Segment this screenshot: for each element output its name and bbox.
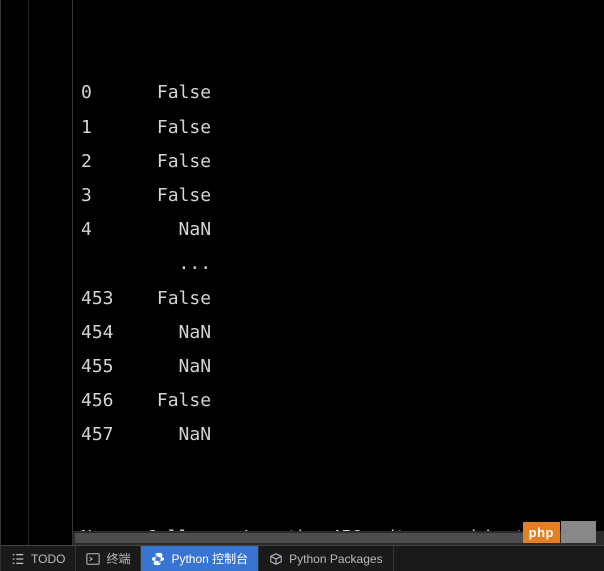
scrollbar-thumb[interactable]: [75, 533, 526, 543]
tab-todo[interactable]: TODO: [1, 546, 76, 571]
output-row: 457 NaN: [81, 418, 596, 452]
tab-python-packages-label: Python Packages: [289, 552, 382, 566]
outer-gutter: [1, 0, 29, 545]
output-ellipsis: ...: [81, 247, 596, 281]
output-row: 1 False: [81, 111, 596, 145]
tab-todo-label: TODO: [31, 552, 65, 566]
terminal-icon: [86, 552, 100, 566]
packages-icon: [269, 552, 283, 566]
tab-python-console[interactable]: Python 控制台: [141, 546, 259, 571]
output-row: 3 False: [81, 179, 596, 213]
tab-python-packages[interactable]: Python Packages: [259, 546, 393, 571]
watermark-box: [561, 521, 596, 543]
output-row: 0 False: [81, 76, 596, 110]
output-row: 2 False: [81, 145, 596, 179]
output-row: 4 NaN: [81, 213, 596, 247]
tab-terminal-label: 终端: [106, 550, 130, 567]
output-row: 455 NaN: [81, 350, 596, 384]
content-wrapper: 0 False1 False2 False3 False4 NaN ...453…: [73, 0, 604, 545]
inner-gutter: [29, 0, 73, 545]
output-row: 456 False: [81, 384, 596, 418]
main-area: 0 False1 False2 False3 False4 NaN ...453…: [1, 0, 604, 545]
app-frame: 0 False1 False2 False3 False4 NaN ...453…: [0, 0, 604, 571]
python-icon: [151, 552, 165, 566]
watermark-text: php: [523, 522, 560, 543]
list-icon: [11, 552, 25, 566]
console-output[interactable]: 0 False1 False2 False3 False4 NaN ...453…: [73, 0, 604, 545]
tab-python-console-label: Python 控制台: [171, 550, 248, 567]
output-row: 454 NaN: [81, 316, 596, 350]
output-row: 453 False: [81, 282, 596, 316]
watermark: php: [523, 521, 596, 543]
bottom-toolbar: TODO 终端 Python 控制台 Python Packages: [1, 545, 604, 571]
tab-terminal[interactable]: 终端: [76, 546, 141, 571]
